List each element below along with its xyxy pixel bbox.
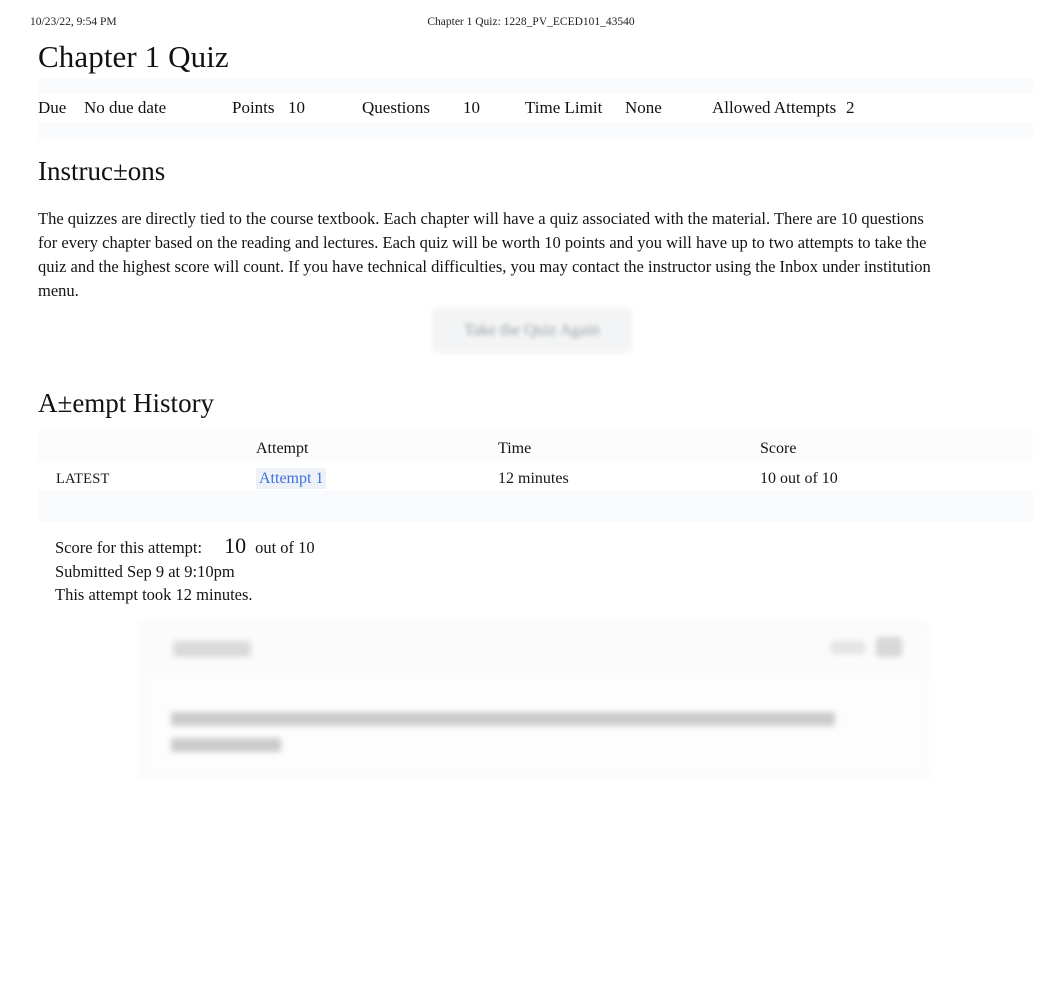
take-quiz-again-button[interactable]: Take the Quiz Again (432, 307, 632, 353)
attempt-table-row-shade (38, 490, 1033, 522)
meta-points-label: Points (232, 98, 275, 117)
meta-points: Points 10 (232, 98, 362, 118)
meta-band-bottom-shade (38, 122, 1033, 140)
meta-time-limit-label: Time Limit (525, 98, 603, 117)
column-header-time: Time (498, 440, 532, 457)
attempt-score-summary: Score for this attempt: 10 out of 10 Sub… (55, 534, 655, 606)
quiz-meta-band: Due No due date Points 10 Questions 10 T… (38, 78, 1033, 140)
quiz-meta-row: Due No due date Points 10 Questions 10 T… (38, 94, 932, 122)
question-text-line-placeholder (171, 712, 835, 726)
attempt-1-link[interactable]: Attempt 1 (256, 468, 327, 489)
column-header-attempt: Attempt (256, 440, 309, 457)
score-label: Score for this attempt: (55, 538, 203, 557)
table-row: LATEST Attempt 1 12 minutes 10 out of 10 (38, 464, 1033, 494)
print-header: 10/23/22, 9:54 PM Chapter 1 Quiz: 1228_P… (0, 16, 1062, 34)
meta-questions-label: Questions (362, 98, 430, 117)
take-quiz-again-button-wrap: Take the Quiz Again (432, 307, 632, 353)
meta-time-limit: Time Limit None (525, 98, 712, 118)
attempt-latest-flag: LATEST (56, 470, 110, 487)
attempt-score-cell: 10 out of 10 (760, 470, 838, 487)
instructions-heading: Instruc±ons (38, 156, 166, 186)
meta-band-top-shade (38, 78, 1033, 94)
score-value: 10 (224, 533, 247, 558)
meta-due: Due No due date (38, 98, 232, 118)
submitted-timestamp: Submitted Sep 9 at 9:10pm (55, 562, 235, 581)
meta-points-value: 10 (288, 98, 305, 117)
question-text-line-placeholder (171, 738, 281, 752)
attempt-duration: This attempt took 12 minutes. (55, 585, 253, 604)
attempt-table-header-row: Attempt Time Score (38, 434, 1033, 464)
meta-allowed-attempts-label: Allowed Attempts (712, 98, 837, 117)
page-title: Chapter 1 Quiz (38, 39, 229, 74)
attempt-time-cell: 12 minutes (498, 470, 569, 487)
attempt-link-cell: Attempt 1 (256, 468, 498, 489)
question-points-placeholder (831, 641, 865, 654)
meta-due-value: No due date (84, 98, 167, 117)
column-header-score: Score (760, 440, 797, 457)
meta-time-limit-value: None (625, 98, 662, 117)
question-number-placeholder (173, 641, 251, 657)
score-for-this-attempt: Score for this attempt: 10 out of 10 (55, 534, 655, 560)
meta-questions-value: 10 (463, 98, 480, 117)
attempt-history-heading: A±empt History (38, 388, 215, 418)
attempt-history-table: Attempt Time Score LATEST Attempt 1 12 m… (38, 430, 1033, 522)
print-header-doc-title: Chapter 1 Quiz: 1228_PV_ECED101_43540 (427, 16, 635, 28)
question-card-header (141, 623, 926, 675)
meta-allowed-attempts: Allowed Attempts 2 (712, 98, 932, 118)
question-card-preview (140, 622, 927, 780)
question-card-divider (141, 776, 926, 777)
score-out-of: out of 10 (255, 538, 315, 557)
meta-questions: Questions 10 (362, 98, 525, 118)
meta-allowed-attempts-value: 2 (846, 98, 855, 117)
meta-due-label: Due (38, 98, 67, 117)
question-card-body (141, 676, 926, 780)
question-score-badge-placeholder (876, 637, 902, 657)
instructions-body: The quizzes are directly tied to the cou… (38, 209, 931, 300)
